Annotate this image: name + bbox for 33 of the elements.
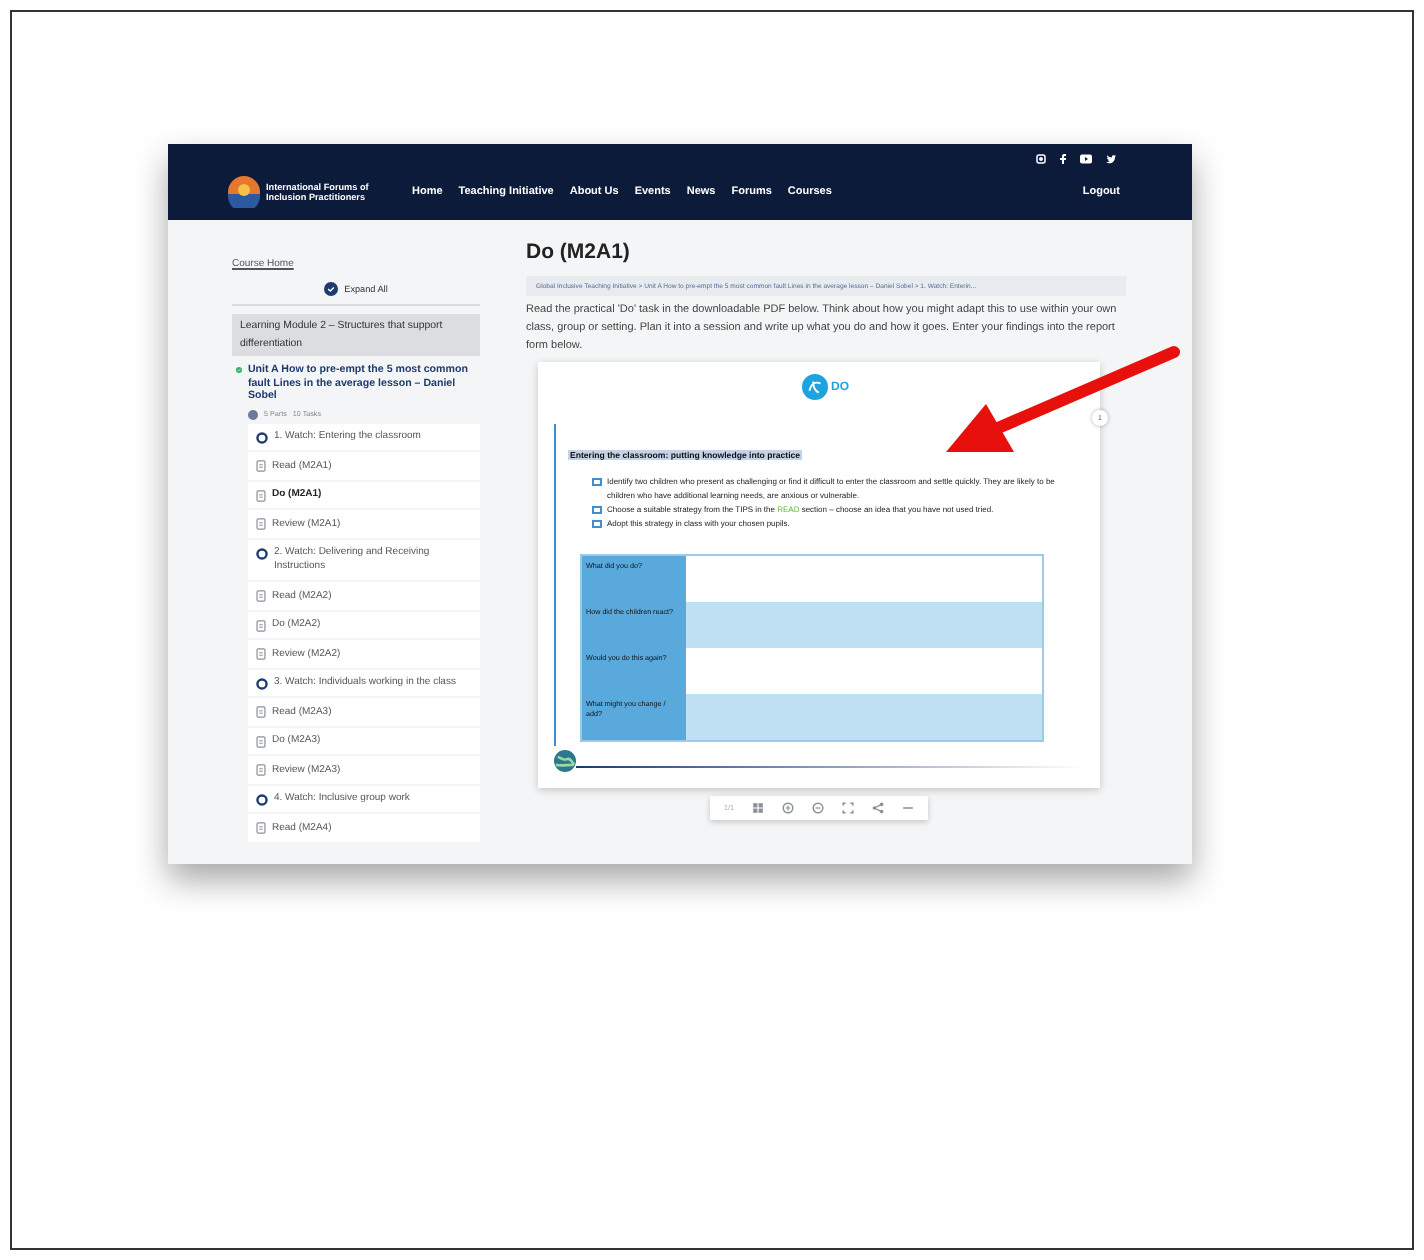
circle-icon — [256, 431, 268, 444]
document-icon — [256, 489, 266, 502]
instagram-icon[interactable] — [1036, 153, 1046, 163]
fullscreen-icon[interactable] — [842, 802, 854, 814]
youtube-icon[interactable] — [1080, 153, 1092, 163]
circle-icon — [256, 547, 268, 560]
document-icon — [256, 518, 266, 531]
share-icon[interactable] — [872, 802, 884, 814]
bullet-icon — [592, 477, 601, 486]
circle-icon — [256, 793, 268, 806]
document-icon — [256, 590, 266, 603]
zoom-in-icon[interactable] — [782, 802, 794, 814]
document-icon — [256, 648, 266, 661]
document-icon — [256, 822, 266, 835]
globe-icon — [554, 750, 576, 772]
document-icon — [256, 764, 266, 777]
logo-icon — [801, 374, 827, 400]
progress-dot-icon — [248, 409, 258, 420]
zoom-out-icon[interactable] — [812, 802, 824, 814]
bullet-icon — [592, 519, 601, 528]
facebook-icon[interactable] — [1060, 153, 1066, 163]
document-icon — [256, 460, 266, 473]
globe-logo-icon[interactable] — [228, 176, 260, 208]
page-title: Do (M2A1) — [526, 240, 632, 264]
grid-icon[interactable] — [752, 802, 764, 814]
check-icon — [324, 282, 339, 296]
minus-icon[interactable] — [902, 802, 914, 814]
circle-icon — [256, 677, 268, 690]
document-icon — [256, 706, 266, 719]
twitter-icon[interactable] — [1106, 153, 1116, 163]
document-icon — [256, 735, 266, 748]
document-icon — [256, 619, 266, 632]
bullet-icon — [592, 505, 601, 514]
